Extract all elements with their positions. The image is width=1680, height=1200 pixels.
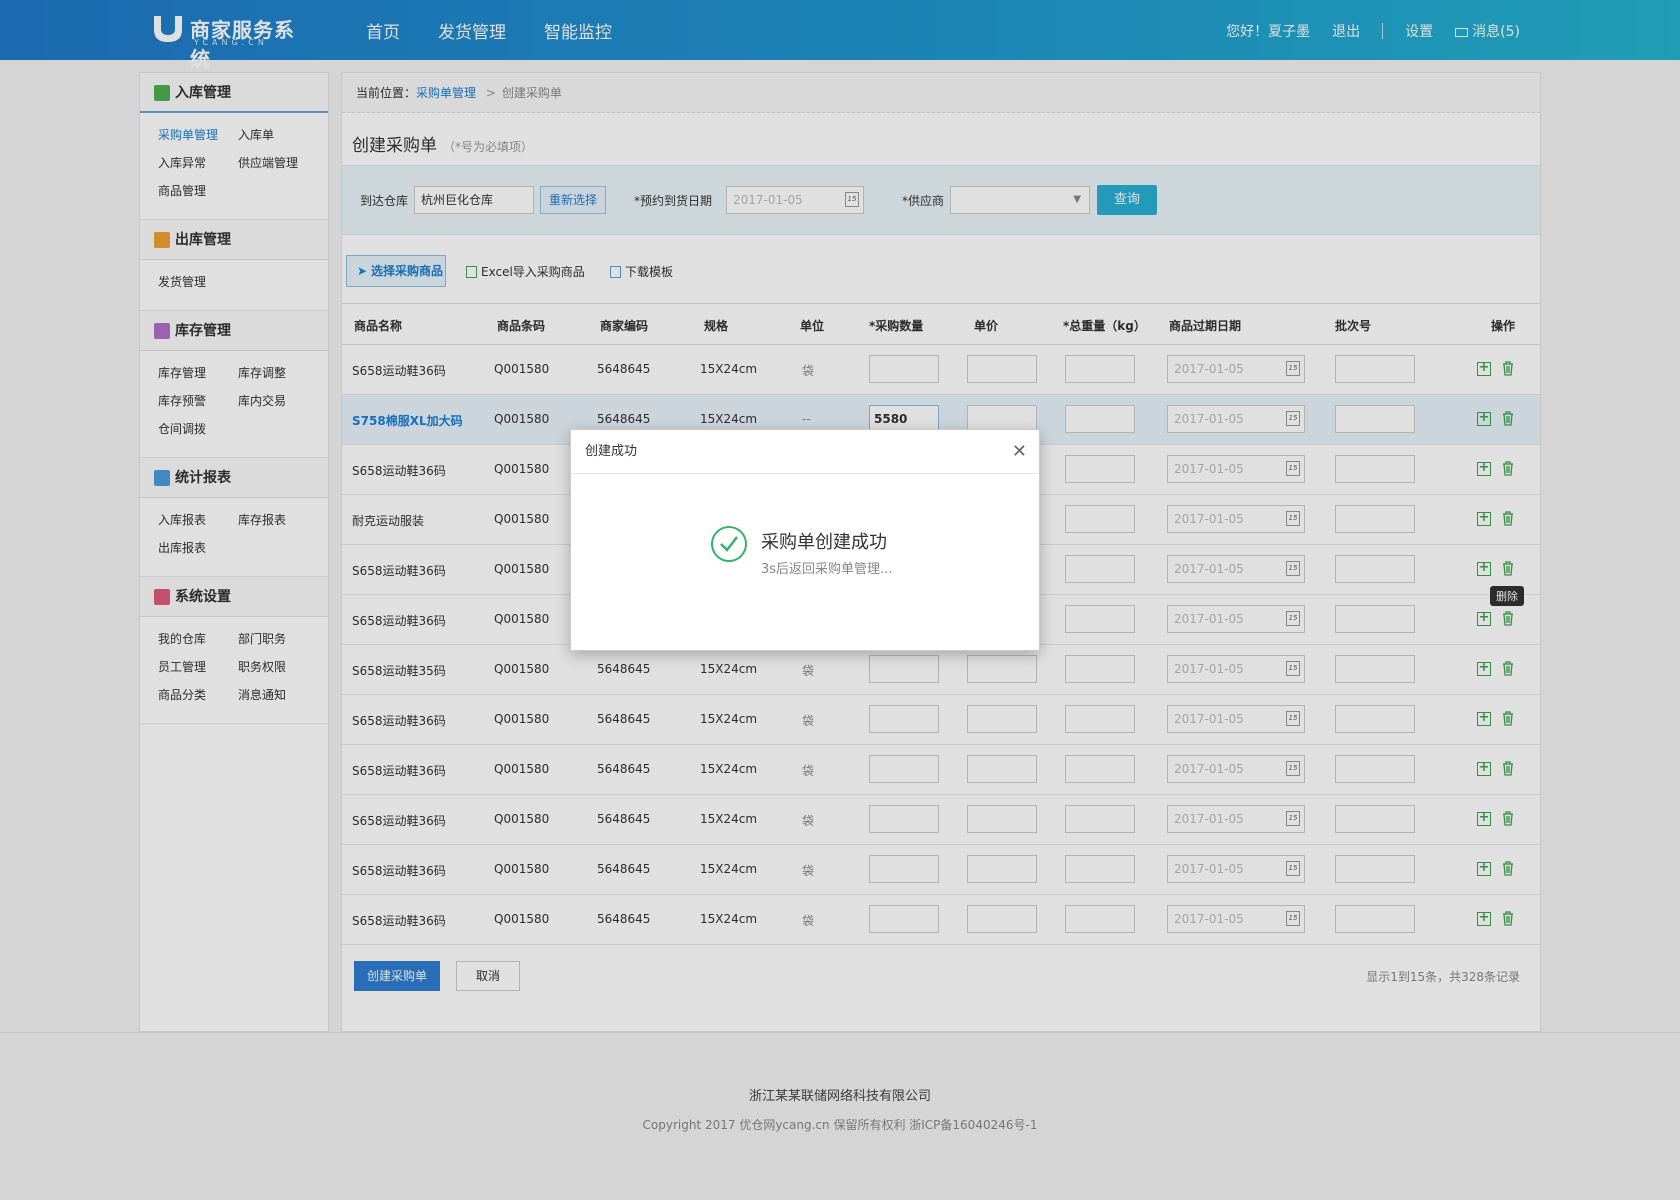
dialog-subtext: 3s后返回采购单管理... bbox=[761, 562, 893, 577]
dialog-header: 创建成功 ✕ bbox=[571, 430, 1039, 474]
close-icon[interactable]: ✕ bbox=[1012, 430, 1027, 474]
success-check-icon bbox=[711, 526, 747, 562]
dialog-title: 创建成功 bbox=[585, 444, 638, 459]
dialog-message: 采购单创建成功 bbox=[761, 532, 887, 553]
success-dialog: 创建成功 ✕ 采购单创建成功 3s后返回采购单管理... bbox=[570, 429, 1040, 651]
